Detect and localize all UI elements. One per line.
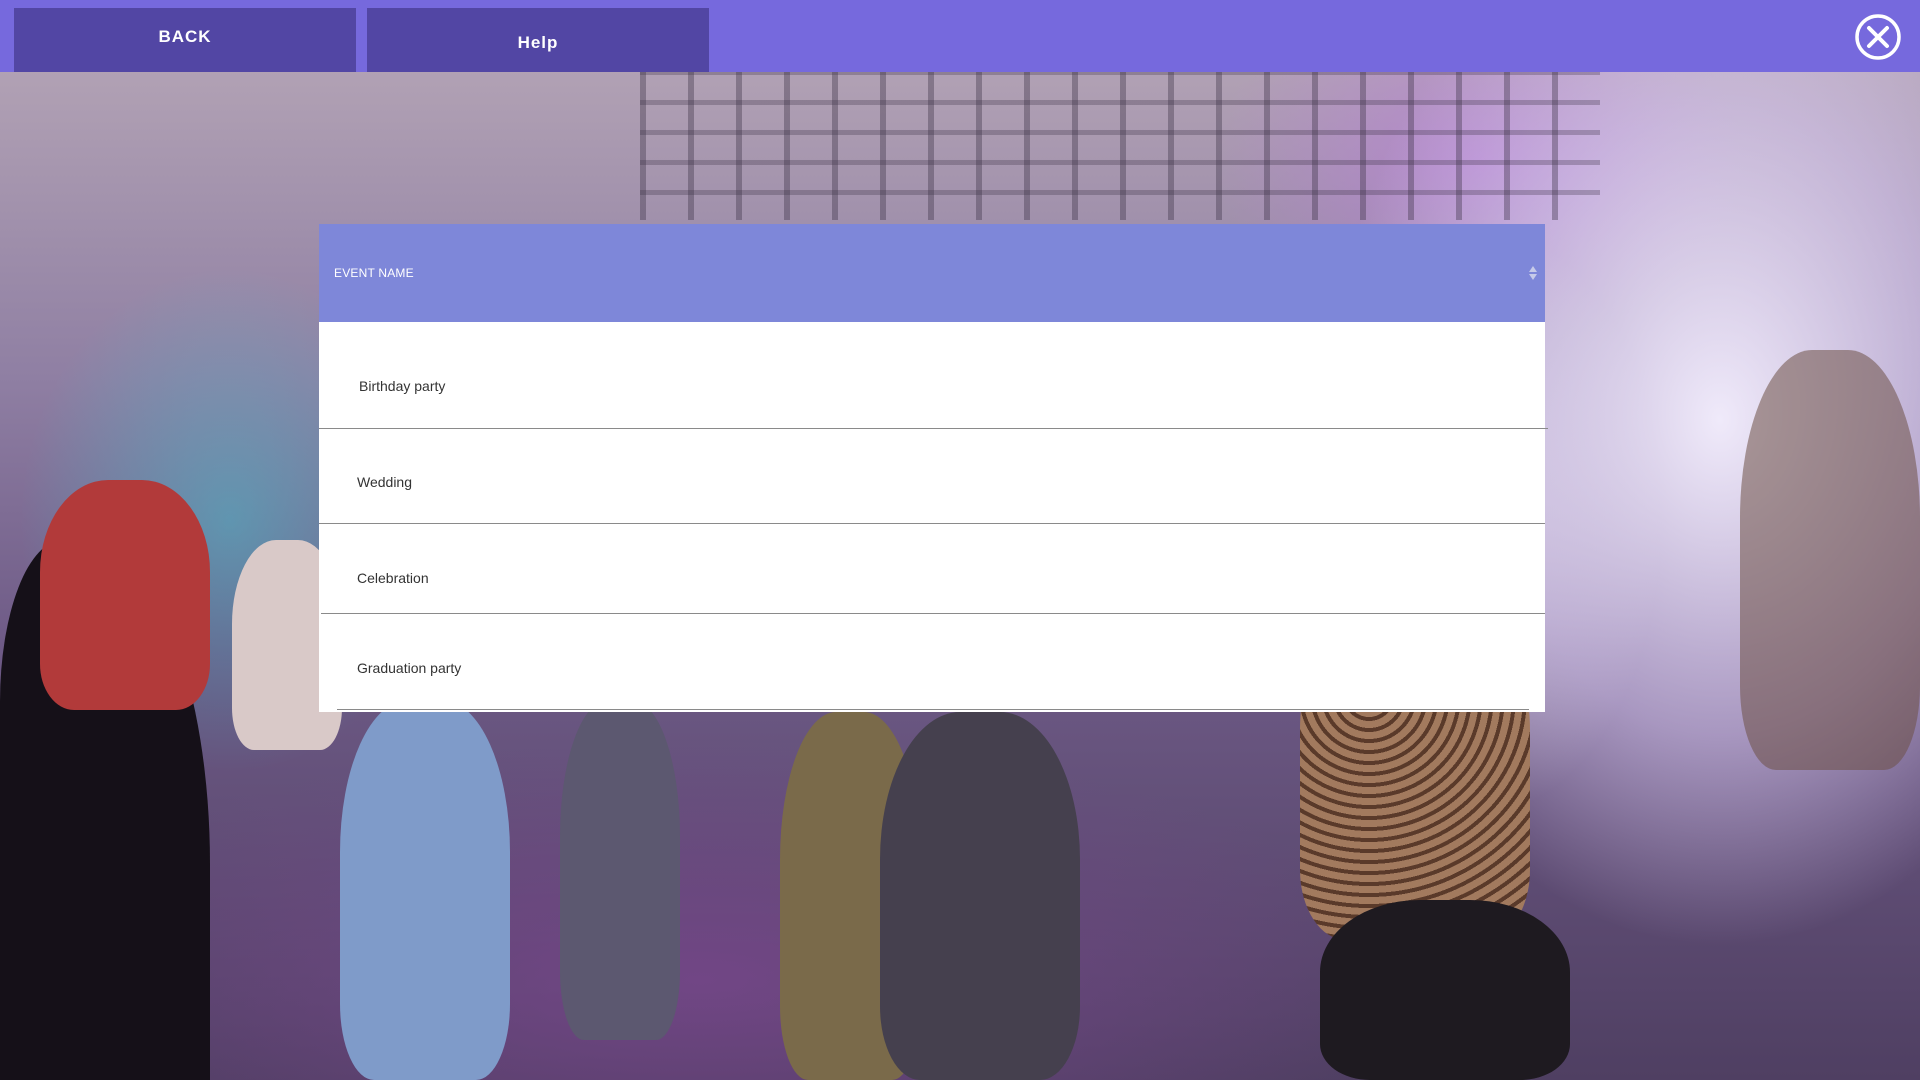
event-table: EVENT NAME Birthday party Wedding Celebr… (319, 224, 1548, 712)
sort-arrows-icon[interactable] (1528, 264, 1538, 282)
background-person-right (1740, 350, 1920, 770)
background-person-red-shirt (40, 480, 210, 710)
app-screen: BACK Help EVENT NAME Birthday party Wedd… (0, 0, 1920, 1080)
top-bar: BACK Help (0, 0, 1920, 72)
back-button[interactable]: BACK (14, 8, 356, 72)
background-person-black-leggings (1320, 900, 1570, 1080)
column-header-event-name[interactable]: EVENT NAME (319, 224, 1545, 322)
background-person-grey-pants (560, 700, 680, 1040)
table-row[interactable]: Wedding (319, 429, 1545, 527)
background-person-blue-pants (340, 700, 510, 1080)
event-name-cell: Celebration (357, 570, 429, 586)
table-row[interactable]: Celebration (319, 524, 1545, 613)
table-row[interactable]: Graduation party (319, 614, 1545, 710)
help-button[interactable]: Help (367, 8, 709, 72)
background-person-dark-pants (880, 712, 1080, 1080)
event-name-cell: Birthday party (359, 378, 446, 394)
event-name-cell: Wedding (357, 474, 413, 490)
column-header-label: EVENT NAME (334, 266, 414, 280)
background-railing-horizontal (640, 70, 1600, 220)
row-divider (337, 709, 1529, 710)
event-name-cell: Graduation party (357, 660, 462, 676)
close-icon[interactable] (1854, 13, 1902, 61)
